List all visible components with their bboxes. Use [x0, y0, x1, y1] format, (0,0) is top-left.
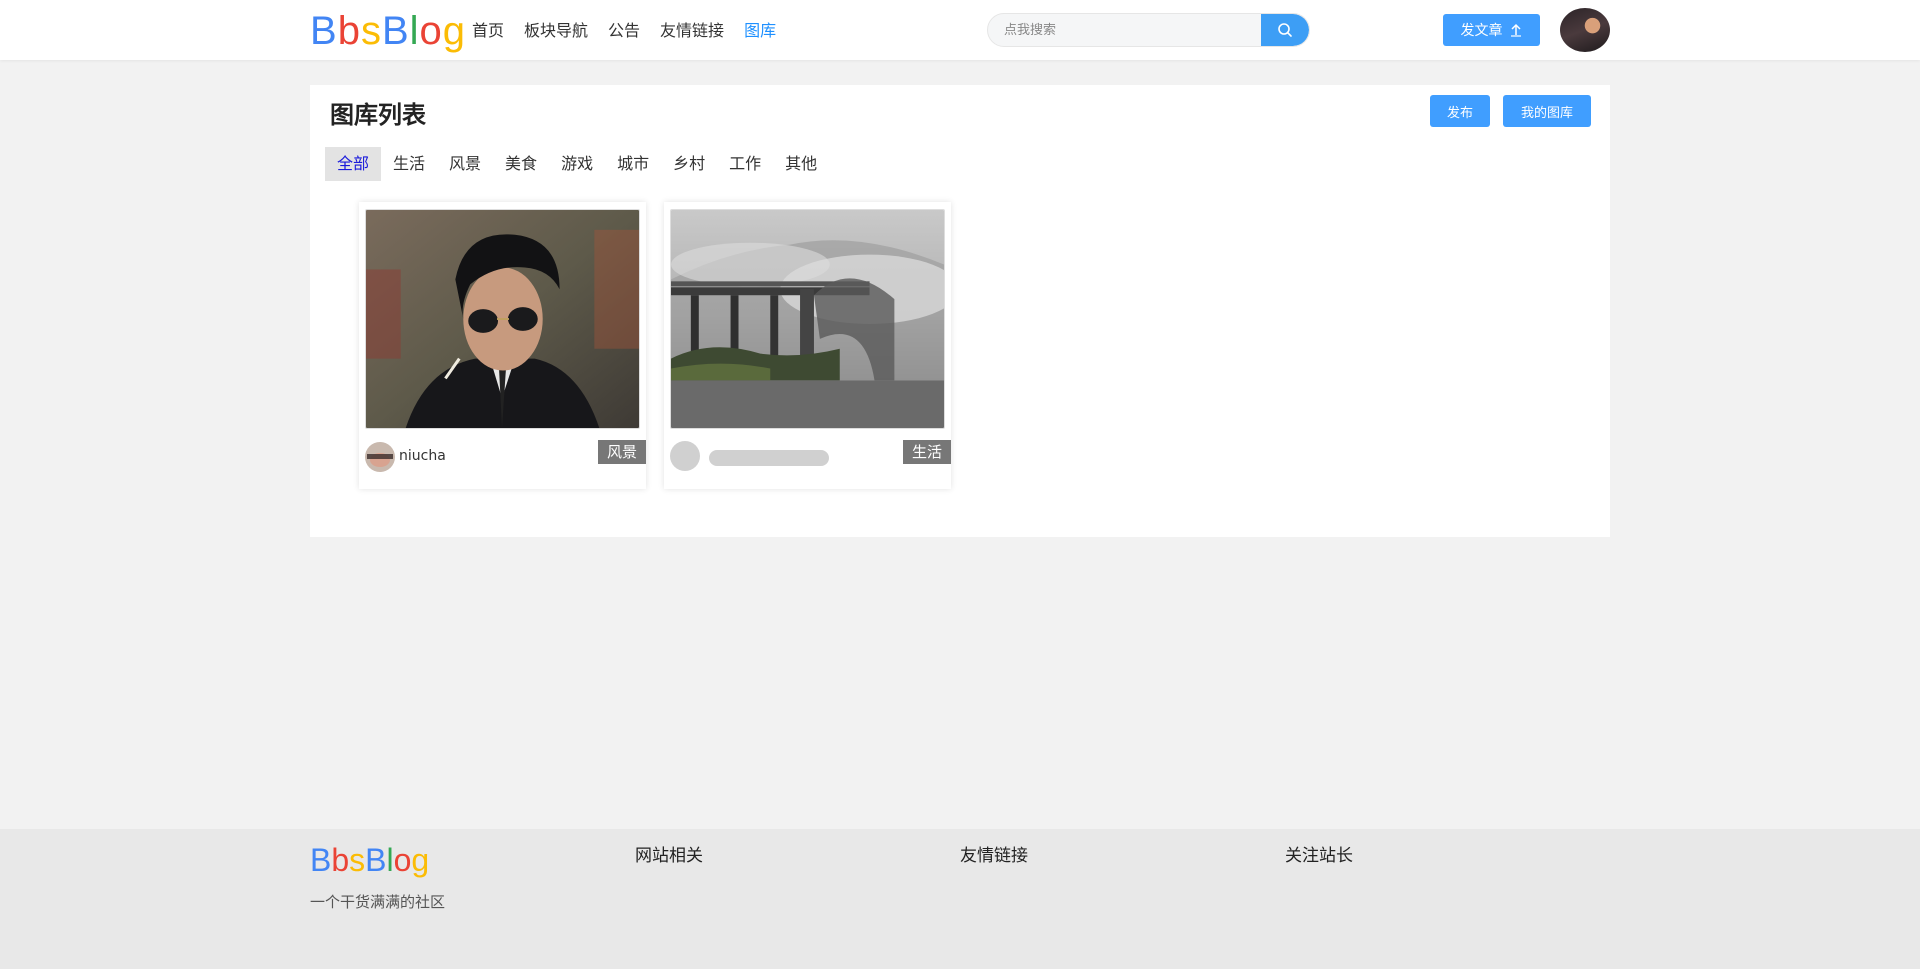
- logo-letter: s: [349, 842, 366, 878]
- footer-heading-follow: 关注站长: [1285, 846, 1353, 866]
- logo-letter: B: [365, 842, 387, 878]
- logo-letter: B: [310, 842, 332, 878]
- gallery-panel: 图库列表 发布 我的图库 全部 生活 风景 美食 游戏 城市 乡村 工作 其他: [310, 85, 1610, 537]
- card-footer: 生活: [670, 440, 951, 471]
- gallery-image-portrait[interactable]: [365, 209, 640, 429]
- upload-icon: [1510, 23, 1521, 37]
- tab-scenery[interactable]: 风景: [437, 147, 493, 181]
- logo-letter: g: [442, 9, 467, 53]
- tab-village[interactable]: 乡村: [661, 147, 717, 181]
- nav-gallery[interactable]: 图库: [744, 20, 776, 42]
- tab-city[interactable]: 城市: [605, 147, 661, 181]
- my-gallery-button[interactable]: 我的图库: [1503, 95, 1591, 127]
- nav-home[interactable]: 首页: [472, 20, 504, 42]
- author-avatar[interactable]: [365, 442, 395, 472]
- gallery-card[interactable]: 生活: [664, 202, 951, 489]
- search-icon: [1278, 23, 1292, 37]
- logo-letter: o: [419, 9, 443, 53]
- logo-letter: B: [310, 9, 338, 53]
- category-tag: 生活: [902, 440, 951, 464]
- site-footer: BbsBlog 一个干货满满的社区 网站相关 友情链接 关注站长: [0, 829, 1920, 969]
- gallery-card[interactable]: niucha 风景: [359, 202, 646, 489]
- search-box: [987, 13, 1310, 47]
- tab-all[interactable]: 全部: [325, 147, 382, 181]
- category-tabs: 全部 生活 风景 美食 游戏 城市 乡村 工作 其他: [325, 147, 829, 181]
- nav-boards[interactable]: 板块导航: [524, 20, 588, 42]
- logo-letter: s: [360, 9, 382, 53]
- category-tag: 风景: [597, 440, 646, 464]
- nav-friend-links[interactable]: 友情链接: [660, 20, 724, 42]
- search-input[interactable]: [988, 14, 1263, 46]
- logo-letter: b: [331, 842, 350, 878]
- logo-letter: o: [393, 842, 412, 878]
- footer-heading-site: 网站相关: [635, 846, 703, 866]
- footer-heading-links: 友情链接: [960, 846, 1028, 866]
- user-avatar[interactable]: [1560, 8, 1610, 52]
- tab-food[interactable]: 美食: [493, 147, 549, 181]
- page-title: 图库列表: [330, 101, 426, 129]
- site-logo[interactable]: BbsBlog: [310, 8, 466, 54]
- author-name[interactable]: niucha: [399, 448, 446, 464]
- logo-letter: l: [386, 842, 394, 878]
- logo-letter: b: [337, 9, 361, 53]
- gallery-image-bridge[interactable]: [670, 209, 945, 429]
- tab-games[interactable]: 游戏: [549, 147, 605, 181]
- tab-life[interactable]: 生活: [381, 147, 437, 181]
- top-header: BbsBlog 首页 板块导航 公告 友情链接 图库 发文章: [0, 0, 1920, 60]
- tab-other[interactable]: 其他: [773, 147, 829, 181]
- post-article-label: 发文章: [1460, 23, 1503, 39]
- author-avatar-placeholder: [670, 441, 700, 471]
- logo-letter: l: [409, 9, 420, 53]
- logo-letter: g: [411, 842, 430, 878]
- publish-button[interactable]: 发布: [1430, 95, 1490, 127]
- post-article-button[interactable]: 发文章: [1443, 14, 1540, 46]
- author-name-placeholder: [709, 450, 829, 466]
- card-footer: niucha 风景: [365, 440, 646, 472]
- main-nav: 首页 板块导航 公告 友情链接 图库: [472, 20, 776, 42]
- footer-slogan: 一个干货满满的社区: [310, 893, 446, 911]
- tab-work[interactable]: 工作: [717, 147, 773, 181]
- logo-letter: B: [381, 9, 410, 53]
- nav-announcements[interactable]: 公告: [608, 20, 640, 42]
- footer-logo[interactable]: BbsBlog: [310, 841, 429, 879]
- search-button[interactable]: [1261, 14, 1309, 46]
